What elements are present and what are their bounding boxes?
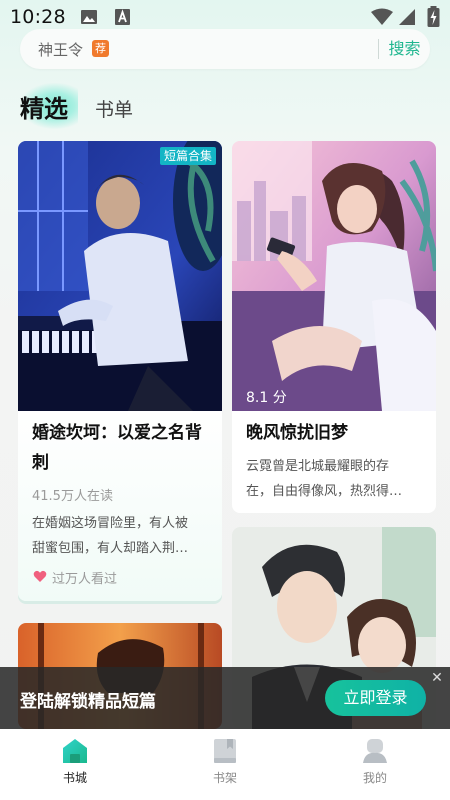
book-cover-image[interactable] <box>18 141 222 411</box>
book-score: 8.1 分 <box>246 390 287 406</box>
nav-item-profile[interactable]: 我的 <box>300 729 450 800</box>
heart-icon <box>33 570 47 582</box>
image-notification-icon <box>81 10 97 24</box>
collection-badge: 短篇合集 <box>159 147 216 165</box>
book-card[interactable]: 8.1 分 晚风惊扰旧梦 云霓曾是北城最耀眼的存 在，自由得像风，热烈得… <box>232 141 436 513</box>
nav-label-bookstore: 书城 <box>62 771 87 785</box>
tab-booklist[interactable]: 书单 <box>95 95 133 122</box>
wifi-icon <box>371 8 393 25</box>
views-count: 过万人看过 <box>52 572 118 587</box>
book-cover-image[interactable] <box>232 141 436 411</box>
bookstore-icon <box>63 739 87 763</box>
book-description: 云霓曾是北城最耀眼的存 在，自由得像风，热烈得… <box>246 459 403 499</box>
nav-item-bookstore[interactable]: 书城 <box>0 729 150 800</box>
nav-label-bookshelf: 书架 <box>212 771 237 785</box>
book-title[interactable]: 晚风惊扰旧梦 <box>246 418 348 448</box>
recommend-tag: 荐 <box>92 40 109 57</box>
bottom-nav: 书城 书架 我的 <box>0 729 450 800</box>
book-card[interactable]: 短篇合集 婚途坎坷：以爱之名背 刺 41.5万人在读 在婚姻这场冒险里，有人被 … <box>18 141 222 601</box>
login-button[interactable]: 立即登录 <box>325 680 426 716</box>
search-input[interactable]: 神王令 <box>38 39 83 60</box>
book-title[interactable]: 婚途坎坷：以爱之名背 刺 <box>32 418 216 478</box>
book-description: 在婚姻这场冒险里，有人被 甜蜜包围，有人却踏入荆… <box>32 516 189 556</box>
battery-charging-icon <box>427 6 440 27</box>
nav-item-bookshelf[interactable]: 书架 <box>150 729 300 800</box>
search-bar[interactable]: 神王令 荐 搜索 <box>20 29 430 69</box>
login-banner: 登陆解锁精品短篇 立即登录 ✕ <box>0 667 450 729</box>
reader-count: 41.5万人在读 <box>32 489 113 504</box>
status-time: 10:28 <box>10 6 66 28</box>
search-button[interactable]: 搜索 <box>379 29 430 69</box>
login-prompt-text: 登陆解锁精品短篇 <box>20 692 156 712</box>
tab-featured[interactable]: 精选 <box>20 89 68 124</box>
app-notification-icon <box>115 9 130 25</box>
nav-label-profile: 我的 <box>362 771 387 785</box>
close-icon[interactable]: ✕ <box>430 671 444 685</box>
cell-signal-icon <box>399 9 415 25</box>
bookshelf-icon <box>214 739 236 763</box>
profile-icon <box>363 739 387 763</box>
